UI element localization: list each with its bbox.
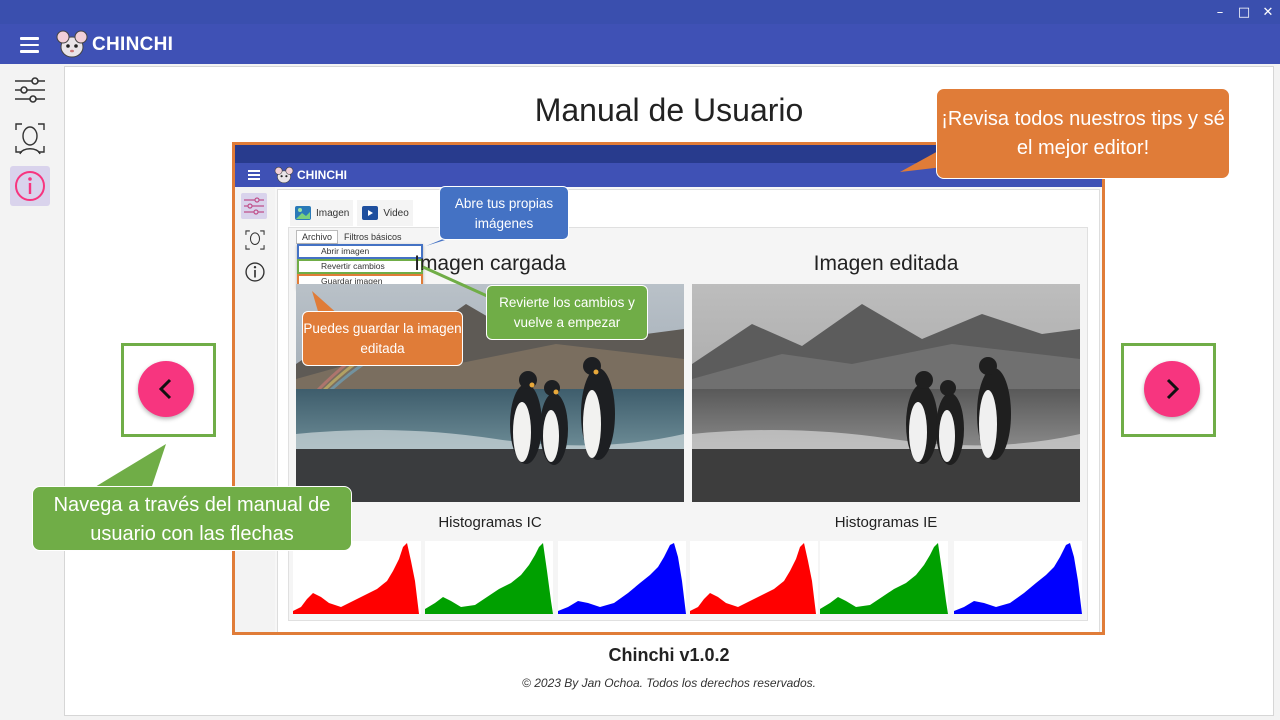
version-label: Chinchi v1.0.2 [608, 645, 730, 665]
callout-nav: Navega a través del manual de usuario co… [32, 486, 352, 551]
callout-tips: ¡Revisa todos nuestros tips y sé el mejo… [936, 88, 1230, 179]
callout-save: Puedes guardar la imagen editada [302, 311, 463, 366]
callout-open: Abre tus propias imágenes [439, 186, 569, 240]
callout-revert: Revierte los cambios y vuelve a empezar [486, 285, 648, 340]
copyright-label: © 2023 By Jan Ochoa. Todos los derechos … [522, 676, 816, 690]
